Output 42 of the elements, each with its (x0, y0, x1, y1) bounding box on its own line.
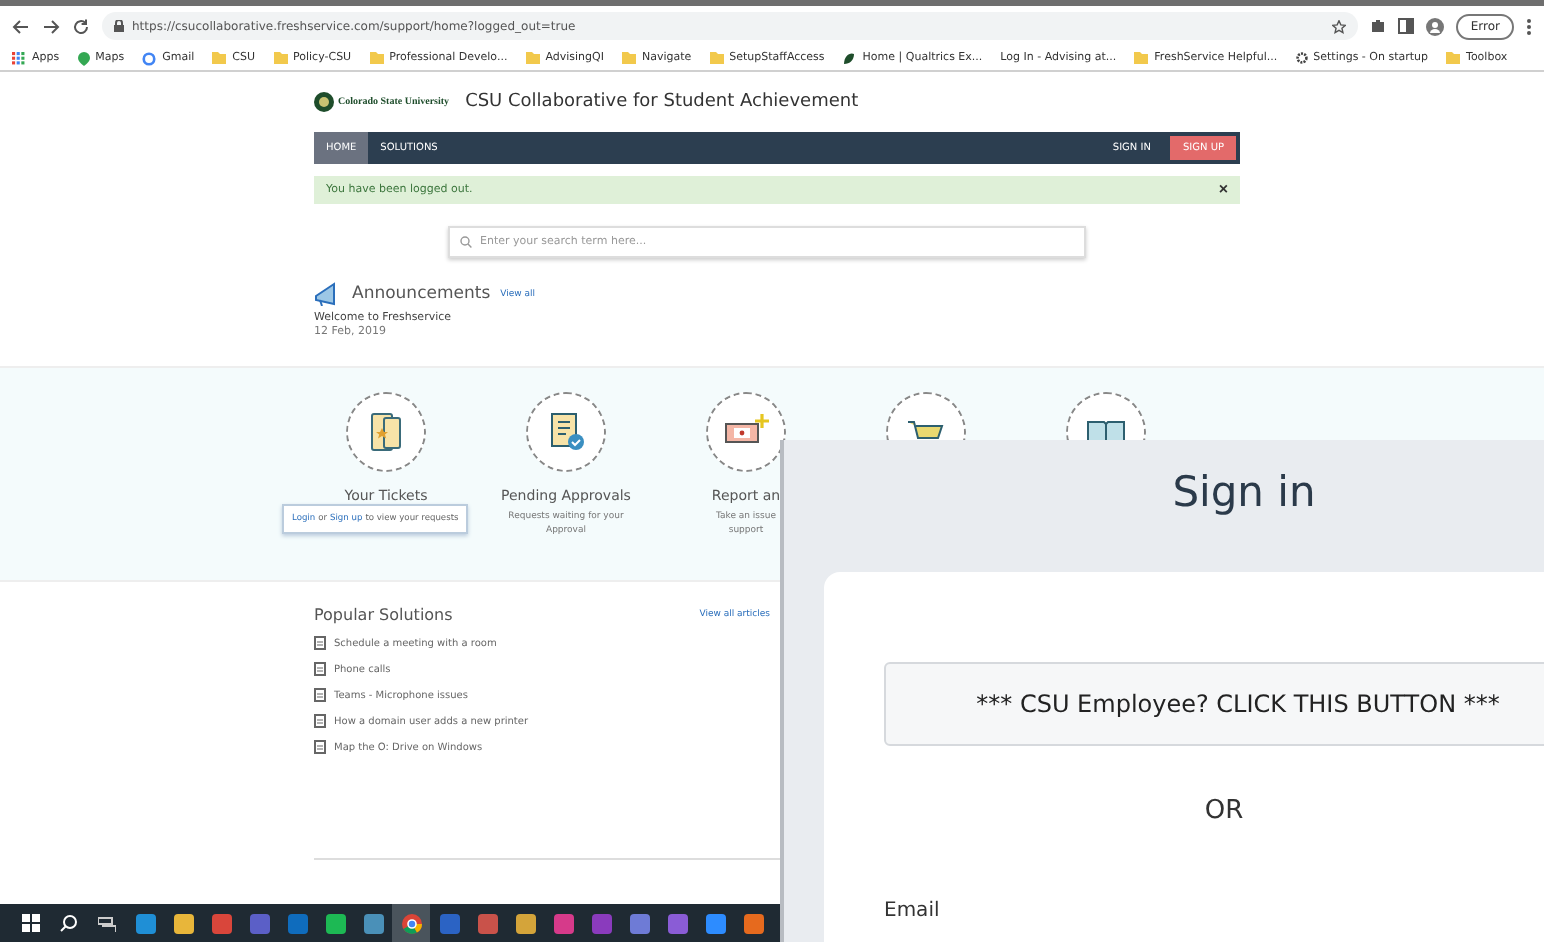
article-icon (314, 636, 326, 650)
back-icon[interactable] (12, 17, 30, 35)
sidebar-icon[interactable] (1398, 18, 1415, 34)
google-g-icon (142, 51, 157, 65)
map-pin-icon (77, 51, 90, 65)
more-icon[interactable] (1526, 17, 1532, 35)
folder-icon (369, 52, 384, 64)
article-icon (314, 740, 326, 754)
window-title: Sign in (1170, 468, 1316, 516)
email-label: Email (884, 900, 942, 922)
forward-icon[interactable] (42, 17, 60, 35)
folder-icon (273, 52, 288, 64)
article-icon (314, 688, 326, 702)
article-icon (314, 714, 326, 728)
folder-icon (709, 52, 724, 64)
site-title: CSU Collaborative for Student Achievement (465, 92, 859, 112)
lock-icon (114, 20, 124, 32)
tile-circle[interactable] (526, 392, 606, 472)
windows-icon (22, 914, 40, 932)
folder-icon (212, 52, 227, 64)
apps-grid-icon (12, 51, 26, 65)
tile-circle[interactable] (346, 392, 426, 472)
folder-icon (1134, 52, 1149, 64)
tile-circle[interactable] (706, 392, 786, 472)
ram-emblem-icon (314, 92, 334, 112)
search-icon (60, 914, 78, 932)
folder-icon (1446, 52, 1461, 64)
section-title: Announcements (352, 284, 491, 304)
star-icon[interactable] (1332, 19, 1347, 33)
or-divider-text: OR (1202, 796, 1246, 826)
folder-icon (525, 52, 540, 64)
article-icon (314, 662, 326, 676)
folder-icon (621, 52, 636, 64)
person-icon[interactable] (1426, 17, 1445, 35)
search-icon (460, 236, 472, 248)
leaf-icon (842, 51, 857, 65)
reload-icon[interactable] (72, 17, 90, 35)
section-title: Popular Solutions (314, 606, 453, 624)
close-button[interactable]: × (1218, 182, 1228, 198)
sso-button[interactable]: *** CSU Employee? CLICK THIS BUTTON *** (884, 662, 1544, 746)
chrome-icon (401, 913, 421, 933)
task-view-icon (98, 915, 116, 931)
